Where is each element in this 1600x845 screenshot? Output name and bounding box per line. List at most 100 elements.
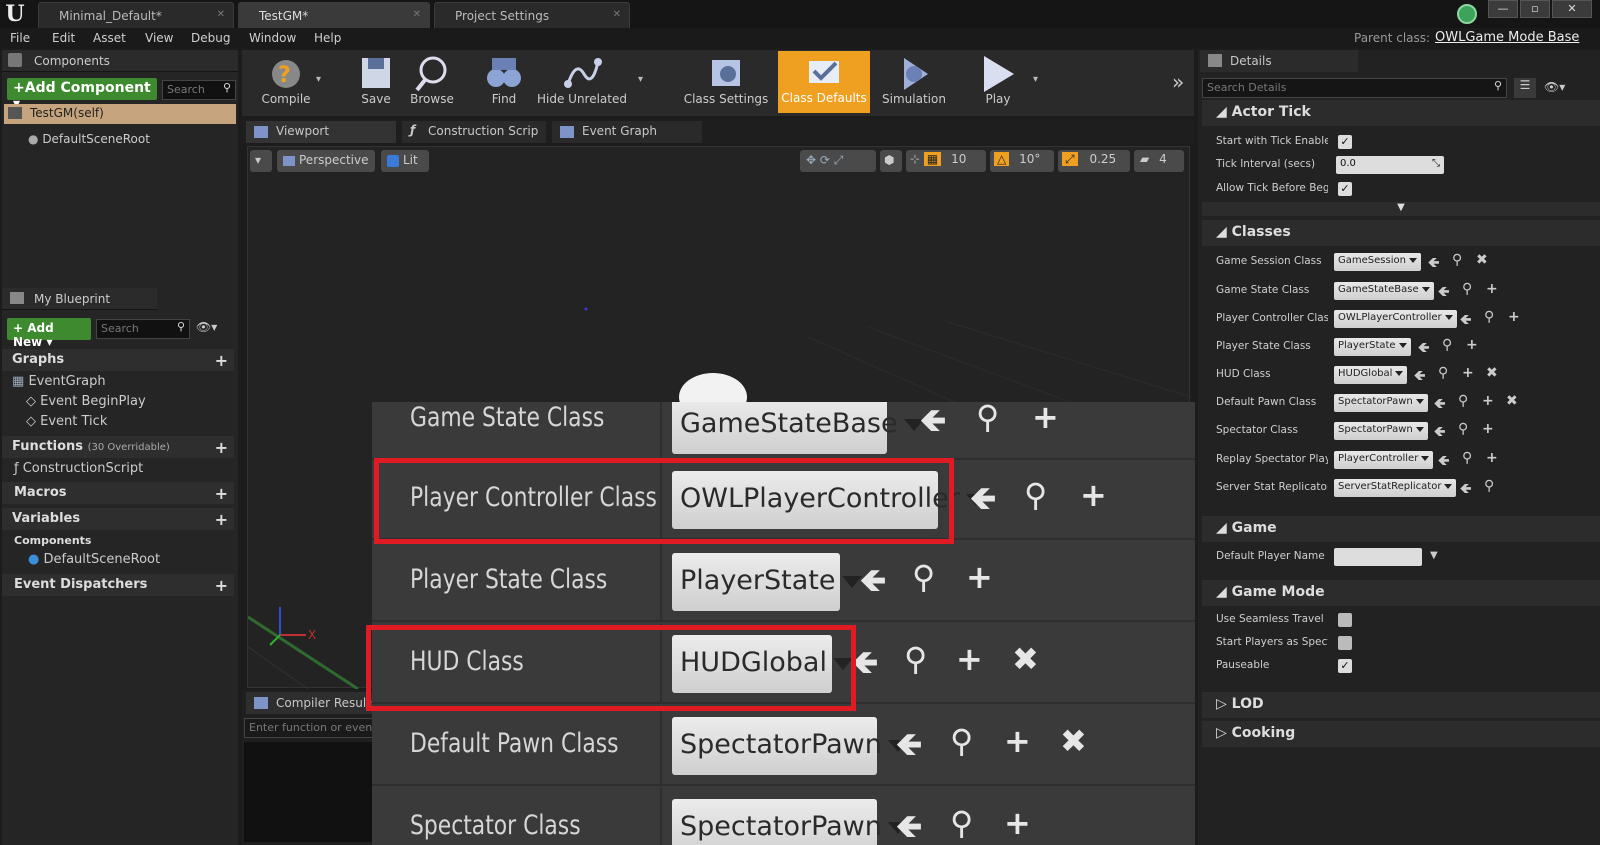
browse-magnifier-icon[interactable]: ⚲ [1458,393,1468,409]
clear-x-icon[interactable]: ✖ [1486,365,1498,381]
simulation-button[interactable]: Simulation [874,52,954,112]
details-search-input[interactable]: Search Details ⚲ [1202,78,1507,98]
create-new-plus-icon[interactable]: + [1508,309,1520,325]
component-default-scene-root[interactable]: ● DefaultSceneRoot [28,132,150,146]
event-tick-item[interactable]: ◇ Event Tick [26,414,107,429]
find-button[interactable]: Find [482,52,526,112]
seamless-travel-checkbox[interactable] [1338,613,1352,627]
camera-speed-control[interactable]: ▰ 4 [1134,150,1184,172]
create-new-plus-icon[interactable]: + [1482,393,1494,409]
browse-magnifier-icon[interactable]: ⚲ [1484,309,1494,325]
browse-magnifier-icon[interactable]: ⚲ [1458,421,1468,437]
maximize-button[interactable]: ▫ [1520,0,1550,18]
spectator-class-combo[interactable]: SpectatorPawn [1334,422,1428,440]
create-new-plus-icon[interactable]: + [1466,337,1478,353]
compile-options-icon[interactable]: ▾ [316,74,321,85]
start-spectators-checkbox[interactable] [1338,636,1352,650]
browse-magnifier-icon[interactable]: ⚲ [912,558,935,596]
browse-magnifier-icon[interactable]: ⚲ [1452,252,1462,268]
components-search-input[interactable]: Search ⚲ [162,80,236,100]
component-self-item[interactable]: TestGM(self) [4,104,236,124]
browse-magnifier-icon[interactable]: ⚲ [1442,337,1452,353]
lit-button[interactable]: Lit [381,150,429,172]
menu-file[interactable]: File [10,31,30,45]
tab-minimal-default[interactable]: Minimal_Default* ✕ [38,2,234,28]
source-control-icon[interactable] [1457,4,1477,24]
hud-class-combo[interactable]: HUDGlobal [1334,366,1408,384]
close-icon[interactable]: ✕ [613,9,621,20]
close-window-button[interactable]: ✕ [1552,0,1592,18]
actor-tick-section[interactable]: ◢ Actor Tick [1202,100,1600,126]
play-button[interactable]: Play [972,52,1024,112]
game-section[interactable]: ◢ Game [1202,516,1600,542]
clear-x-icon[interactable]: ✖ [1012,640,1039,678]
clear-x-icon[interactable]: ✖ [1476,252,1488,268]
minimize-button[interactable]: — [1488,0,1518,18]
variables-section[interactable]: Variables + [2,508,234,530]
class-defaults-button[interactable]: Class Defaults [778,51,870,113]
create-new-plus-icon[interactable]: + [1482,421,1494,437]
browse-magnifier-icon[interactable]: ⚲ [904,640,927,678]
create-new-plus-icon[interactable]: + [1080,476,1107,514]
menu-asset[interactable]: Asset [93,31,126,45]
tab-compiler-results[interactable]: Compiler Results [246,692,376,714]
game-mode-section[interactable]: ◢ Game Mode [1202,580,1600,606]
create-new-plus-icon[interactable]: + [1004,722,1031,760]
lod-section[interactable]: ▷ LOD [1202,692,1600,718]
spectator-class-combo[interactable]: SpectatorPawn [672,799,908,845]
player-controller-class-combo[interactable]: OWLPlayerController [1334,310,1457,328]
add-component-button[interactable]: +Add Component ▾ [7,78,157,112]
create-new-plus-icon[interactable]: + [1486,450,1498,466]
macros-section[interactable]: Macros + [2,482,234,504]
tab-construction-script[interactable]: ƒ Construction Scrip [402,121,546,143]
grid-snap-control[interactable]: ⊹ ▦ 10 [906,150,986,172]
use-selected-arrow-icon[interactable]: 🡸 [896,722,922,776]
function-search-input[interactable]: Enter function or event [244,718,374,738]
browse-magnifier-icon[interactable]: ⚲ [1462,281,1472,297]
browse-magnifier-icon[interactable]: ⚲ [1438,365,1448,381]
view-options-eye-icon[interactable]: 👁▾ [1544,80,1565,94]
pauseable-checkbox[interactable]: ✓ [1338,659,1352,673]
add-dispatcher-icon[interactable]: + [215,576,228,595]
surface-snap-icon[interactable]: ⬢ [880,150,902,172]
tick-interval-input[interactable]: 0.0 ⤡ [1336,156,1444,174]
viewport-options-button[interactable]: ▾ [250,150,272,172]
create-new-plus-icon[interactable]: + [1486,281,1498,297]
dropdown-caret-icon[interactable]: ▼ [1430,550,1438,561]
close-icon[interactable]: ✕ [217,9,225,20]
cooking-section[interactable]: ▷ Cooking [1202,721,1600,747]
menu-view[interactable]: View [145,31,173,45]
create-new-plus-icon[interactable]: + [1004,804,1031,842]
menu-window[interactable]: Window [249,31,296,45]
add-graph-icon[interactable]: + [215,351,228,370]
my-blueprint-search-input[interactable]: Search ⚲ [96,319,190,339]
default-pawn-class-combo[interactable]: SpectatorPawn [672,717,908,775]
tab-project-settings[interactable]: Project Settings ✕ [434,2,630,28]
advanced-expand-arrow-icon[interactable]: ▼ [1202,202,1600,216]
player-state-class-combo[interactable]: PlayerState [1334,338,1411,356]
allow-tick-checkbox[interactable]: ✓ [1338,182,1352,196]
create-new-plus-icon[interactable]: + [956,640,983,678]
classes-section[interactable]: ◢ Classes [1202,220,1600,246]
event-beginplay-item[interactable]: ◇ Event BeginPlay [26,394,146,409]
menu-debug[interactable]: Debug [191,31,230,45]
tab-details[interactable]: Details [1200,50,1358,72]
construction-script-item[interactable]: ƒ ConstructionScript [14,461,143,476]
compile-button[interactable]: ? Compile [246,52,326,112]
play-options-icon[interactable]: ▾ [1033,74,1038,85]
browse-magnifier-icon[interactable]: ⚲ [1462,450,1472,466]
use-selected-arrow-icon[interactable]: 🡸 [1438,281,1449,305]
scale-snap-control[interactable]: ⤢ 0.25 [1058,150,1130,172]
event-dispatchers-section[interactable]: Event Dispatchers + [2,574,234,596]
browse-magnifier-icon[interactable]: ⚲ [950,804,973,842]
tab-testgm[interactable]: TestGM* ✕ [238,2,430,28]
use-selected-arrow-icon[interactable]: 🡸 [896,804,922,845]
game-session-class-combo[interactable]: GameSession [1334,253,1421,271]
create-new-plus-icon[interactable]: + [1462,365,1474,381]
replay-spectator-combo[interactable]: PlayerController [1334,451,1434,469]
game-state-class-combo[interactable]: GameStateBase [1334,282,1434,300]
use-selected-arrow-icon[interactable]: 🡸 [1460,309,1471,333]
toolbar-overflow-icon[interactable]: » [1172,70,1184,94]
clear-x-icon[interactable]: ✖ [1506,393,1518,409]
use-selected-arrow-icon[interactable]: 🡸 [1460,478,1471,502]
